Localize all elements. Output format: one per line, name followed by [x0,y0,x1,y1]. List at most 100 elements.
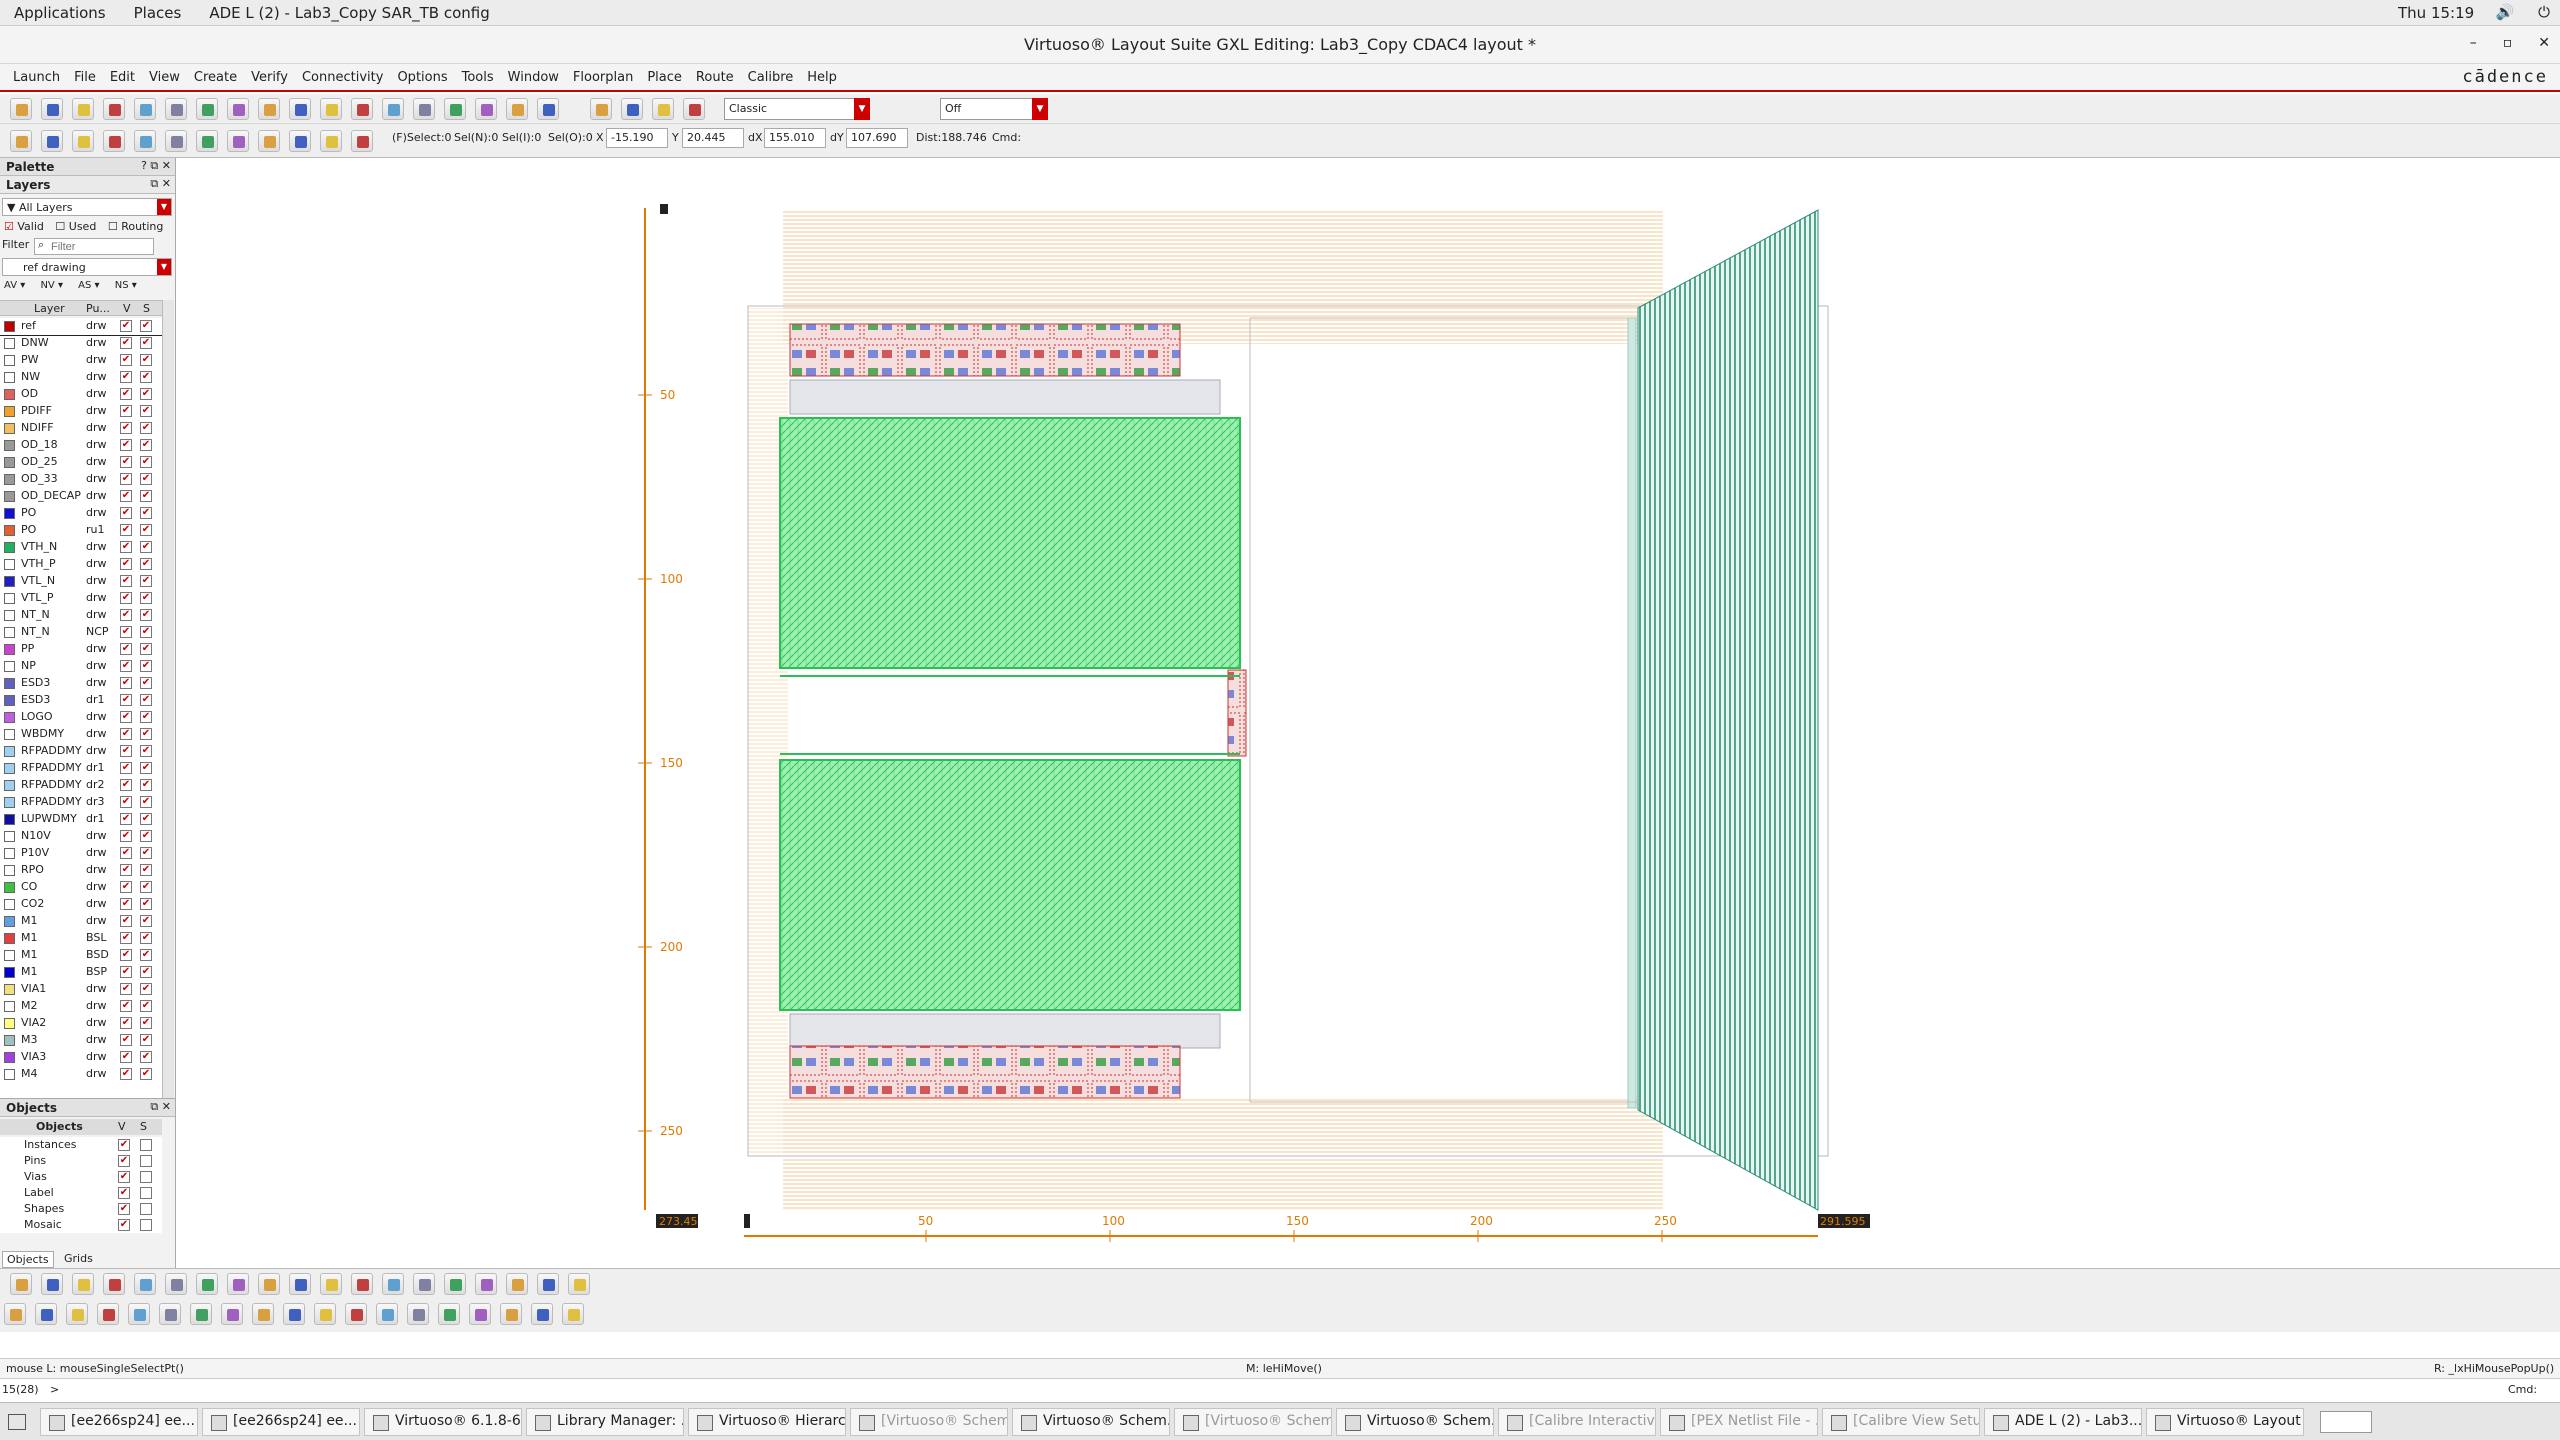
taskbar-item[interactable]: [Virtuoso® Schem... [850,1408,1008,1436]
main-tool-icon-1[interactable] [41,98,63,120]
clock[interactable]: Thu 15:19 [2398,4,2474,22]
layer-row[interactable]: M1 BSD ✔ ✔ [0,947,162,964]
selectable-checkbox[interactable]: ✔ [140,405,152,417]
visible-checkbox[interactable]: ✔ [120,762,132,774]
menu-options[interactable]: Options [390,70,454,85]
selectable-checkbox[interactable]: ✔ [140,320,152,332]
misc-tool-icon-2[interactable] [66,1303,88,1325]
layer-row[interactable]: P10V drw ✔ ✔ [0,845,162,862]
close-icon[interactable]: ✕ [2538,35,2550,51]
visible-checkbox[interactable]: ✔ [120,371,132,383]
visible-checkbox[interactable]: ✔ [120,745,132,757]
minimize-icon[interactable]: – [2470,35,2477,51]
menu-floorplan[interactable]: Floorplan [566,70,640,85]
layer-row[interactable]: CO2 drw ✔ ✔ [0,896,162,913]
selectable-checkbox[interactable]: ✔ [140,609,152,621]
selectable-checkbox[interactable]: ✔ [140,1000,152,1012]
selectable-checkbox[interactable]: ✔ [140,1034,152,1046]
selectable-checkbox[interactable]: ✔ [140,643,152,655]
selectable-checkbox[interactable]: ✔ [140,983,152,995]
main-tool-icon-8[interactable] [258,98,280,120]
create-tool-icon-4[interactable] [134,1273,156,1295]
object-row[interactable]: Instances ✔ [0,1137,162,1154]
layer-row[interactable]: RFPADDMY drw ✔ ✔ [0,743,162,760]
edit-tool-icon-7[interactable] [227,130,249,152]
create-tool-icon-3[interactable] [103,1273,125,1295]
object-row[interactable]: Label ✔ [0,1185,162,1202]
misc-tool-icon-6[interactable] [190,1303,212,1325]
misc-tool-icon-0[interactable] [4,1303,26,1325]
menu-verify[interactable]: Verify [244,70,295,85]
visible-checkbox[interactable]: ✔ [120,949,132,961]
object-row[interactable]: Mosaic ✔ [0,1217,162,1234]
layer-row[interactable]: VIA3 drw ✔ ✔ [0,1049,162,1066]
main-tool-icon-11[interactable] [351,98,373,120]
taskbar-item[interactable]: Virtuoso® 6.1.8-6... [364,1408,522,1436]
selectable-checkbox[interactable]: ✔ [140,439,152,451]
zoom-tool-icon-2[interactable] [652,98,674,120]
selectable-checkbox[interactable]: ✔ [140,1017,152,1029]
selectable-checkbox[interactable]: ✔ [140,949,152,961]
main-tool-icon-10[interactable] [320,98,342,120]
used-checkbox[interactable]: ☐ [55,220,65,233]
create-tool-icon-17[interactable] [537,1273,559,1295]
misc-tool-icon-3[interactable] [97,1303,119,1325]
visible-checkbox[interactable]: ✔ [120,796,132,808]
main-tool-icon-6[interactable] [196,98,218,120]
layer-row[interactable]: M1 BSP ✔ ✔ [0,964,162,981]
main-tool-icon-0[interactable] [10,98,32,120]
edit-tool-icon-2[interactable] [72,130,94,152]
visible-checkbox[interactable]: ✔ [120,456,132,468]
nv-toggle[interactable]: NV [40,280,54,291]
object-row[interactable]: Vias ✔ [0,1169,162,1186]
ref-drawing-select[interactable]: ref drawing ▼ [2,258,172,276]
selectable-checkbox[interactable]: ✔ [140,626,152,638]
menu-help[interactable]: Help [800,70,844,85]
taskbar-item[interactable]: Virtuoso® Schem... [1012,1408,1170,1436]
create-tool-icon-13[interactable] [413,1273,435,1295]
layer-set-select[interactable]: ▼ All Layers ▼ [2,198,172,216]
create-tool-icon-8[interactable] [258,1273,280,1295]
create-tool-icon-6[interactable] [196,1273,218,1295]
layer-row[interactable]: RFPADDMY dr1 ✔ ✔ [0,760,162,777]
visible-checkbox[interactable]: ✔ [120,473,132,485]
object-row[interactable]: Shapes ✔ [0,1201,162,1218]
visible-checkbox[interactable]: ✔ [120,983,132,995]
misc-tool-icon-12[interactable] [376,1303,398,1325]
visible-checkbox[interactable]: ✔ [120,507,132,519]
layer-row[interactable]: PP drw ✔ ✔ [0,641,162,658]
visible-checkbox[interactable]: ✔ [120,1068,132,1080]
edit-tool-icon-3[interactable] [103,130,125,152]
selectable-checkbox[interactable]: ✔ [140,473,152,485]
close-icon[interactable]: ? ⧉ ✕ [141,159,171,173]
close-icon[interactable]: ⧉ ✕ [150,177,171,191]
off-combo[interactable]: Off ▼ [940,98,1048,120]
edit-tool-icon-4[interactable] [134,130,156,152]
layer-row[interactable]: RPO drw ✔ ✔ [0,862,162,879]
selectable-checkbox[interactable] [140,1187,152,1199]
selectable-checkbox[interactable]: ✔ [140,558,152,570]
visible-checkbox[interactable]: ✔ [120,439,132,451]
menu-create[interactable]: Create [187,70,244,85]
selectable-checkbox[interactable]: ✔ [140,864,152,876]
layout-drawing[interactable]: 50 100 150 200 250 273.45 50 100 150 200 250 291… [178,158,2560,1268]
layer-row[interactable]: CO drw ✔ ✔ [0,879,162,896]
selectable-checkbox[interactable]: ✔ [140,881,152,893]
misc-tool-icon-7[interactable] [221,1303,243,1325]
filter-input[interactable] [34,238,154,255]
visible-checkbox[interactable]: ✔ [120,881,132,893]
show-desktop-icon[interactable] [8,1414,26,1430]
menu-tools[interactable]: Tools [455,70,501,85]
visible-checkbox[interactable]: ✔ [118,1203,130,1215]
selectable-checkbox[interactable]: ✔ [140,507,152,519]
layer-row[interactable]: LOGO drw ✔ ✔ [0,709,162,726]
create-tool-icon-16[interactable] [506,1273,528,1295]
layer-row[interactable]: OD_25 drw ✔ ✔ [0,454,162,471]
main-tool-icon-2[interactable] [72,98,94,120]
misc-tool-icon-18[interactable] [562,1303,584,1325]
close-icon[interactable]: ⧉ ✕ [150,1100,171,1114]
layer-row[interactable]: NW drw ✔ ✔ [0,369,162,386]
zoom-tool-icon-0[interactable] [590,98,612,120]
create-tool-icon-0[interactable] [10,1273,32,1295]
taskbar-item[interactable]: [ee266sp24] ee... [40,1408,198,1436]
